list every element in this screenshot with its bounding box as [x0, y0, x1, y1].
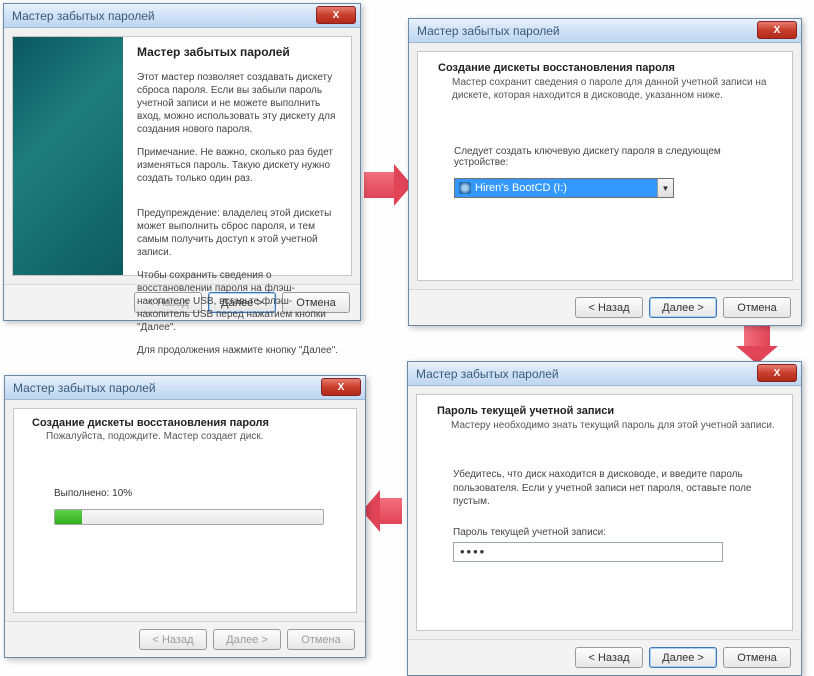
progress-bar — [54, 509, 324, 525]
drive-select-label: Следует создать ключевую дискету пароля … — [454, 146, 770, 168]
flow-arrow-1 — [364, 172, 394, 198]
wizard-step-4: Мастер забытых паролей X Создание дискет… — [4, 375, 366, 658]
window-title: Мастер забытых паролей — [13, 381, 156, 395]
back-button[interactable]: < Назад — [575, 297, 643, 318]
wizard-step-1: Мастер забытых паролей X Мастер забытых … — [3, 3, 361, 321]
wizard-step-3: Мастер забытых паролей X Пароль текущей … — [407, 361, 802, 676]
page-subheading: Пожалуйста, подождите. Мастер создает ди… — [46, 431, 342, 442]
password-input[interactable] — [453, 542, 723, 562]
page-heading: Создание дискеты восстановления пароля — [32, 417, 342, 429]
password-label: Пароль текущей учетной записи: — [453, 527, 770, 538]
wizard-footer: < Назад Далее > Отмена — [408, 639, 801, 675]
page-heading: Создание дискеты восстановления пароля — [438, 62, 776, 74]
window-title: Мастер забытых паролей — [416, 367, 559, 381]
close-button[interactable]: X — [757, 364, 797, 382]
titlebar[interactable]: Мастер забытых паролей X — [5, 376, 365, 400]
drive-select-value: Hiren's BootCD (I:) — [475, 182, 567, 194]
wizard-footer: < Назад Далее > Отмена — [5, 621, 365, 657]
page-subheading: Мастеру необходимо знать текущий пароль … — [451, 419, 776, 432]
titlebar[interactable]: Мастер забытых паролей X — [4, 4, 360, 28]
progress-bar-fill — [55, 510, 82, 524]
wizard-content: Мастер забытых паролей Этот мастер позво… — [123, 37, 351, 275]
wizard-sidebar-image — [13, 37, 123, 275]
drive-select[interactable]: Hiren's BootCD (I:) ▼ — [454, 178, 674, 198]
close-icon: X — [774, 25, 781, 36]
disc-icon — [459, 182, 471, 194]
usb-hint-text: Чтобы сохранить сведения о восстановлени… — [137, 269, 339, 334]
note-text: Примечание. Не важно, сколько раз будет … — [137, 146, 339, 185]
warning-text: Предупреждение: владелец этой дискеты мо… — [137, 207, 339, 259]
close-button[interactable]: X — [757, 21, 797, 39]
close-button[interactable]: X — [321, 378, 361, 396]
cancel-button: Отмена — [287, 629, 355, 650]
back-button[interactable]: < Назад — [575, 647, 643, 668]
close-button[interactable]: X — [316, 6, 356, 24]
next-button: Далее > — [213, 629, 281, 650]
intro-text: Этот мастер позволяет создавать дискету … — [137, 71, 339, 136]
chevron-down-icon[interactable]: ▼ — [657, 179, 673, 197]
progress-label: Выполнено: 10% — [54, 488, 328, 499]
wizard-footer: < Назад Далее > Отмена — [409, 289, 801, 325]
titlebar[interactable]: Мастер забытых паролей X — [408, 362, 801, 386]
window-title: Мастер забытых паролей — [417, 24, 560, 38]
page-heading: Мастер забытых паролей — [137, 45, 339, 59]
close-icon: X — [338, 382, 345, 393]
continue-hint: Для продолжения нажмите кнопку "Далее". — [137, 344, 339, 357]
close-icon: X — [774, 368, 781, 379]
page-heading: Пароль текущей учетной записи — [437, 405, 776, 417]
cancel-button[interactable]: Отмена — [723, 647, 791, 668]
flow-arrow-3 — [380, 498, 402, 524]
page-subheading: Мастер сохранит сведения о пароле для да… — [452, 76, 776, 102]
next-button[interactable]: Далее > — [649, 647, 717, 668]
next-button[interactable]: Далее > — [649, 297, 717, 318]
titlebar[interactable]: Мастер забытых паролей X — [409, 19, 801, 43]
password-instructions: Убедитесь, что диск находится в дисковод… — [453, 468, 770, 509]
wizard-step-2: Мастер забытых паролей X Создание дискет… — [408, 18, 802, 326]
close-icon: X — [333, 10, 340, 21]
window-title: Мастер забытых паролей — [12, 9, 155, 23]
cancel-button[interactable]: Отмена — [723, 297, 791, 318]
back-button: < Назад — [139, 629, 207, 650]
